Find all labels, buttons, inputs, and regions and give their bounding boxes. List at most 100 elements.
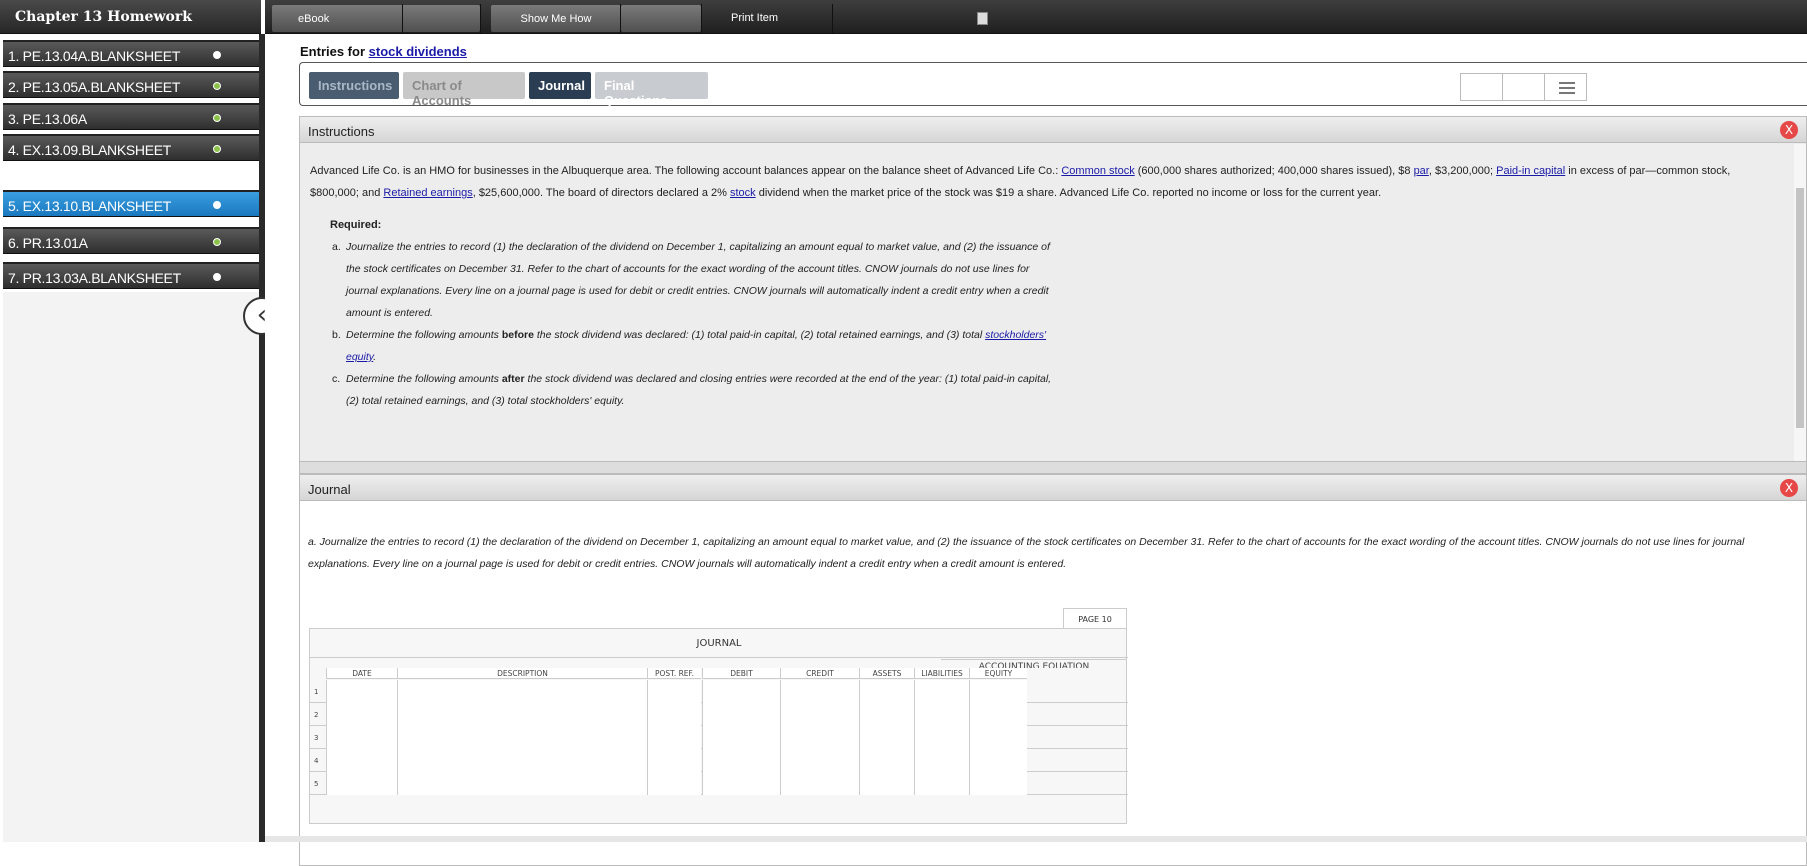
row-number: 5 xyxy=(314,780,319,788)
paid-in-capital-link[interactable]: Paid-in capital xyxy=(1496,165,1565,177)
credit-input[interactable] xyxy=(780,680,859,703)
post-ref-input[interactable] xyxy=(647,680,701,703)
instructions-panel: Instructions X Advanced Life Co. is an H… xyxy=(299,116,1807,474)
description-input[interactable] xyxy=(397,680,647,703)
liabilities-cell[interactable] xyxy=(914,726,969,749)
toolbar-blank-button[interactable] xyxy=(621,5,701,32)
tab-chart-of-accounts[interactable]: Chart of Accounts xyxy=(403,72,525,108)
journal-instruction: a. Journalize the entries to record (1) … xyxy=(308,536,1745,570)
column-header: POST. REF. xyxy=(647,668,701,679)
date-input[interactable] xyxy=(326,680,397,703)
assignment-sidebar: Chapter 13 Homework 1. PE.13.04A.BLANKSH… xyxy=(0,0,261,842)
assets-cell[interactable] xyxy=(859,680,914,703)
equity-cell[interactable] xyxy=(969,726,1027,749)
table-row: 1 xyxy=(310,680,1128,703)
assets-cell[interactable] xyxy=(859,703,914,726)
debit-input[interactable] xyxy=(702,680,780,703)
page-title-prefix: Entries for xyxy=(300,44,366,59)
debit-input[interactable] xyxy=(702,772,780,795)
sidebar-item-4[interactable]: 4. EX.13.09.BLANKSHEET xyxy=(3,134,259,161)
post-ref-input[interactable] xyxy=(647,772,701,795)
top-toolbar: eBook Show Me How Print Item xyxy=(265,0,1807,34)
sidebar-item-2[interactable]: 2. PE.13.05A.BLANKSHEET xyxy=(3,71,259,98)
description-input[interactable] xyxy=(397,726,647,749)
page-number: PAGE 10 xyxy=(1063,608,1127,630)
toolbar-divider xyxy=(480,4,481,34)
assets-cell[interactable] xyxy=(859,749,914,772)
credit-input[interactable] xyxy=(780,726,859,749)
credit-input[interactable] xyxy=(780,749,859,772)
debit-input[interactable] xyxy=(702,703,780,726)
journal-panel-header: Journal X xyxy=(300,475,1806,501)
liabilities-cell[interactable] xyxy=(914,772,969,795)
tab-journal[interactable]: Journal xyxy=(529,72,591,99)
requirement-b: b. Determine the following amounts before… xyxy=(332,329,1047,363)
credit-input[interactable] xyxy=(780,772,859,795)
post-ref-input[interactable] xyxy=(647,703,701,726)
status-dot-icon xyxy=(213,273,221,281)
print-icon[interactable] xyxy=(977,12,988,25)
sidebar-item-5[interactable]: 5. EX.13.10.BLANKSHEET xyxy=(3,190,259,217)
status-dot-icon xyxy=(213,201,221,209)
status-dot-icon xyxy=(213,51,221,59)
common-stock-link[interactable]: Common stock xyxy=(1061,165,1134,177)
toolbar-blank-button[interactable] xyxy=(403,5,480,32)
close-icon[interactable]: X xyxy=(1780,479,1798,497)
table-row: 2 xyxy=(310,703,1128,726)
par-link[interactable]: par xyxy=(1414,165,1429,177)
debit-input[interactable] xyxy=(702,726,780,749)
sidebar-item-6[interactable]: 6. PR.13.01A xyxy=(3,227,259,254)
column-header: LIABILITIES xyxy=(914,668,969,679)
journal-table: JOURNAL ACCOUNTING EQUATION DATE DESCRIP… xyxy=(309,628,1128,824)
stock-link[interactable]: stock xyxy=(730,187,756,199)
equity-cell[interactable] xyxy=(969,680,1027,703)
equity-cell[interactable] xyxy=(969,703,1027,726)
horizontal-scrollbar[interactable] xyxy=(265,836,1807,842)
sidebar-item-label: 2. PE.13.05A.BLANKSHEET xyxy=(8,79,181,95)
description-input[interactable] xyxy=(397,749,647,772)
requirement-a: a. Journalize the entries to record (1) t… xyxy=(332,241,1050,319)
date-input[interactable] xyxy=(326,749,397,772)
liabilities-cell[interactable] xyxy=(914,703,969,726)
equity-cell[interactable] xyxy=(969,749,1027,772)
table-row: 4 xyxy=(310,749,1128,772)
date-input[interactable] xyxy=(326,772,397,795)
panel-resize-handle[interactable] xyxy=(300,461,1806,473)
status-dot-icon xyxy=(213,82,221,90)
credit-input[interactable] xyxy=(780,703,859,726)
post-ref-input[interactable] xyxy=(647,749,701,772)
layout-button-2[interactable] xyxy=(1502,73,1545,101)
sidebar-item-1[interactable]: 1. PE.13.04A.BLANKSHEET xyxy=(3,40,259,67)
retained-earnings-link[interactable]: Retained earnings xyxy=(383,187,472,199)
print-item-button[interactable]: Print Item xyxy=(731,12,778,24)
date-input[interactable] xyxy=(326,703,397,726)
show-me-how-button[interactable]: Show Me How xyxy=(491,5,621,32)
date-input[interactable] xyxy=(326,726,397,749)
ebook-button[interactable]: eBook xyxy=(272,5,406,32)
close-icon[interactable]: X xyxy=(1780,121,1798,139)
instructions-scrollbar[interactable] xyxy=(1794,144,1806,462)
menu-icon[interactable] xyxy=(1544,73,1587,101)
panel-title: Instructions xyxy=(308,124,375,139)
assets-cell[interactable] xyxy=(859,726,914,749)
sidebar-item-3[interactable]: 3. PE.13.06A xyxy=(3,103,259,130)
equity-cell[interactable] xyxy=(969,772,1027,795)
required-heading: Required: xyxy=(330,219,382,231)
layout-button-1[interactable] xyxy=(1460,73,1503,101)
post-ref-input[interactable] xyxy=(647,726,701,749)
column-header: ASSETS xyxy=(859,668,914,679)
topic-link[interactable]: stock dividends xyxy=(369,44,467,59)
scrollbar-thumb[interactable] xyxy=(1796,188,1804,428)
instructions-body: Advanced Life Co. is an HMO for business… xyxy=(300,144,1788,462)
liabilities-cell[interactable] xyxy=(914,680,969,703)
tab-final-questions[interactable]: Final Questions xyxy=(595,72,708,108)
sidebar-item-7[interactable]: 7. PR.13.03A.BLANKSHEET xyxy=(3,262,259,289)
liabilities-cell[interactable] xyxy=(914,749,969,772)
assets-cell[interactable] xyxy=(859,772,914,795)
debit-input[interactable] xyxy=(702,749,780,772)
tab-instructions[interactable]: Instructions xyxy=(309,72,399,99)
status-dot-icon xyxy=(213,145,221,153)
description-input[interactable] xyxy=(397,772,647,795)
description-input[interactable] xyxy=(397,703,647,726)
toolbar-divider xyxy=(701,4,702,34)
